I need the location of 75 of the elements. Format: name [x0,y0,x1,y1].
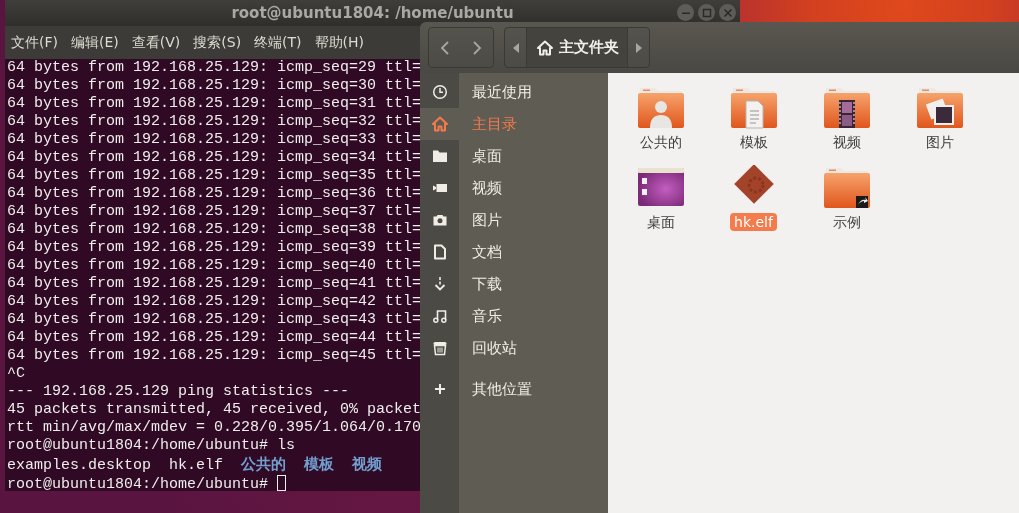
sidebar-item[interactable]: 图片 [420,204,608,236]
close-icon [722,7,733,18]
home-icon [431,116,448,132]
trash-icon [431,340,448,356]
menu-item[interactable]: 查看(V) [131,33,181,52]
menu-item[interactable]: 文件(F) [11,33,58,52]
directory-name: 视频 [352,455,383,473]
maximize-icon [701,7,712,18]
terminal-line: 64 bytes from 192.168.25.129: icmp_seq=33 ttl= [7,131,422,148]
menu-item[interactable]: 终端(T) [254,33,302,52]
terminal-line: rtt min/avg/max/mdev = 0.228/0.395/1.064/0.170 [7,419,422,436]
folder-document-icon [729,85,778,129]
terminal-line: ^C [7,365,25,382]
minimize-button[interactable] [677,4,694,21]
terminal-line: 64 bytes from 192.168.25.129: icmp_seq=41 ttl= [7,275,422,292]
terminal-line: 64 bytes from 192.168.25.129: icmp_seq=38 ttl= [7,221,422,238]
maximize-button[interactable] [698,4,715,21]
terminal-line: 64 bytes from 192.168.25.129: icmp_seq=44 ttl= [7,329,422,346]
file-item[interactable]: 视频 [800,85,893,165]
terminal-line: 64 bytes from 192.168.25.129: icmp_seq=32 ttl= [7,113,422,130]
sidebar-item[interactable]: 最近使用 [420,76,608,108]
directory-name: 模板 [304,455,335,473]
text-cursor [277,475,287,491]
folder-person-icon [636,85,685,129]
terminal-line: 64 bytes from 192.168.25.129: icmp_seq=34 ttl= [7,149,422,166]
terminal-line: 45 packets transmitted, 45 received, 0% packet [7,401,422,418]
terminal-line: 64 bytes from 192.168.25.129: icmp_seq=30 ttl= [7,77,422,94]
sidebar-item[interactable]: 桌面 [420,140,608,172]
document-icon [431,244,448,260]
folder-link-icon [822,165,871,209]
terminal-line: 64 bytes from 192.168.25.129: icmp_seq=29 ttl= [7,59,422,76]
menu-item[interactable]: 搜索(S) [193,33,242,52]
terminal-line: 64 bytes from 192.168.25.129: icmp_seq=36 ttl= [7,185,422,202]
file-name: hk.elf [169,457,224,474]
file-item[interactable]: 公共的 [614,85,707,165]
terminal-line: root@ubuntu1804:/home/ubuntu# ls [7,437,296,454]
folder-icon [431,148,448,164]
sidebar-item[interactable]: 音乐 [420,300,608,332]
menu-item[interactable]: 编辑(E) [71,33,119,52]
triangle-right-icon [635,42,642,53]
file-item[interactable]: 图片 [893,85,986,165]
sidebar-item[interactable]: 回收站 [420,332,608,364]
terminal-line: 64 bytes from 192.168.25.129: icmp_seq=40 ttl= [7,257,422,274]
terminal-line: 64 bytes from 192.168.25.129: icmp_seq=39 ttl= [7,239,422,256]
sidebar-item[interactable]: 视频 [420,172,608,204]
clock-icon [431,84,448,100]
window-title: root@ubuntu1804: /home/ubuntu [231,4,514,22]
file-name: examples.desktop [7,457,152,474]
terminal-line: 64 bytes from 192.168.25.129: icmp_seq=35 ttl= [7,167,422,184]
close-button[interactable] [719,4,736,21]
terminal-line: 64 bytes from 192.168.25.129: icmp_seq=37 ttl= [7,203,422,220]
menu-item[interactable]: 帮助(H) [314,33,365,52]
file-item[interactable]: 桌面 [614,165,707,245]
terminal-line: 64 bytes from 192.168.25.129: icmp_seq=45 ttl= [7,347,422,364]
triangle-left-icon [512,42,519,53]
directory-name: 公共的 [241,455,287,473]
music-note-icon [431,308,448,324]
sidebar-item[interactable]: 其他位置 [420,373,608,405]
folder-photo-icon [915,85,964,129]
terminal-line: 64 bytes from 192.168.25.129: icmp_seq=43 ttl= [7,311,422,328]
terminal-line: --- 192.168.25.129 ping statistics --- [7,383,350,400]
chevron-right-icon [472,39,482,56]
camera-icon [431,212,448,228]
path-button[interactable]: 主文件夹 [526,28,628,67]
home-icon [537,39,553,56]
terminal-line: root@ubuntu1804:/home/ubuntu# [7,476,269,491]
sidebar-item[interactable]: 文档 [420,236,608,268]
chevron-left-icon [440,39,450,56]
terminal-line: 64 bytes from 192.168.25.129: icmp_seq=42 ttl= [7,293,422,310]
folder-film-icon [822,85,871,129]
file-item[interactable]: 模板 [707,85,800,165]
file-item[interactable]: 示例 [800,165,893,245]
sidebar-item[interactable]: 下载 [420,268,608,300]
terminal-line: 64 bytes from 192.168.25.129: icmp_seq=31 ttl= [7,95,422,112]
desktop-icon [636,165,685,209]
